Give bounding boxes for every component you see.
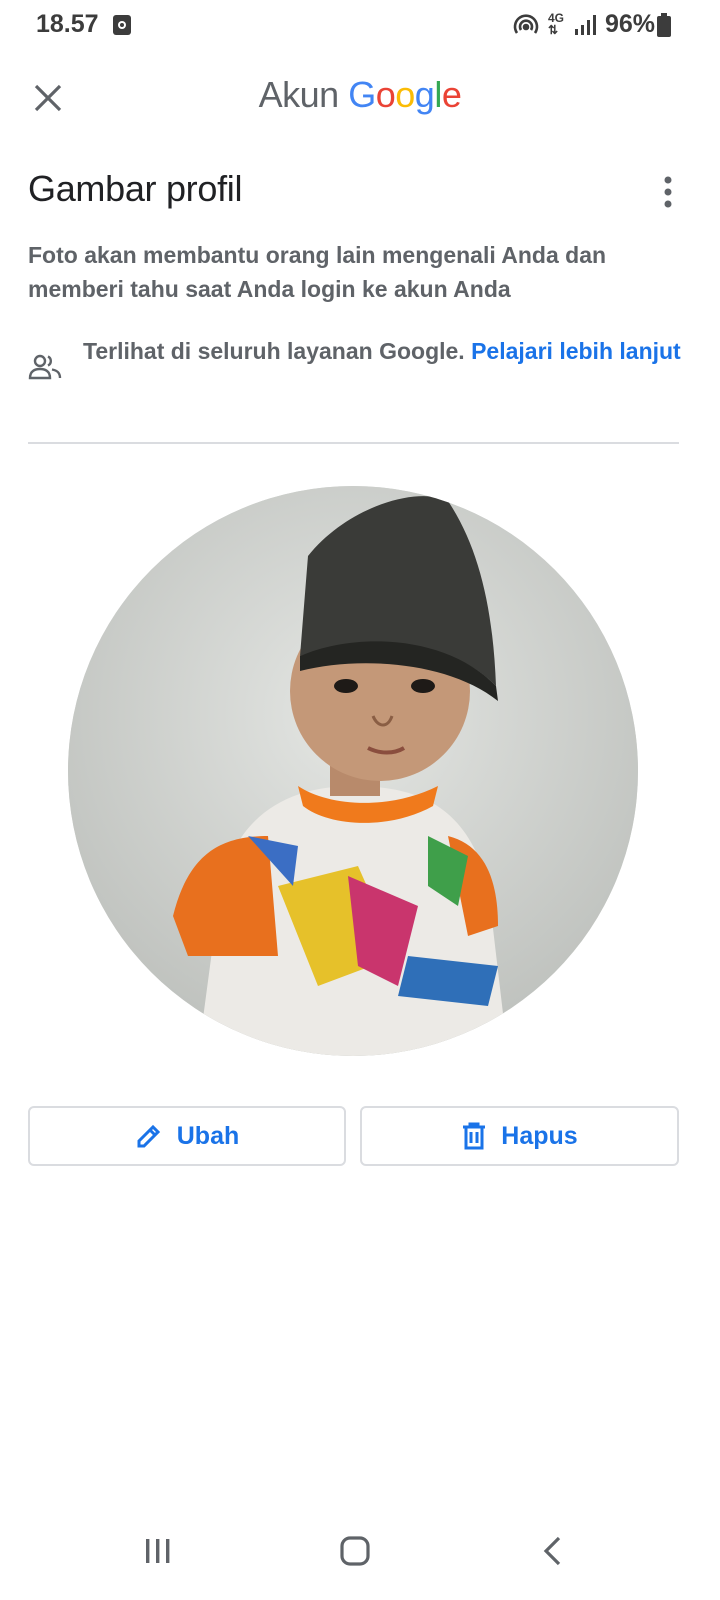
pencil-icon — [137, 1124, 160, 1148]
recent-apps-button[interactable] — [144, 1538, 172, 1569]
status-time: 18.57 — [36, 10, 99, 38]
battery-percent: 96% — [605, 10, 656, 38]
delete-button-label: Hapus — [501, 1121, 578, 1150]
app-title-prefix: Akun — [258, 74, 340, 115]
visibility-text-block: Terlihat di seluruh layanan Google. Pela… — [83, 334, 683, 368]
google-logo: Google — [348, 74, 462, 115]
edit-button[interactable]: Ubah — [28, 1106, 346, 1166]
battery-icon — [657, 13, 671, 42]
more-vert-icon — [664, 176, 672, 208]
home-button[interactable] — [340, 1535, 370, 1572]
profile-picture[interactable] — [68, 486, 638, 1056]
recent-apps-icon — [146, 1539, 170, 1563]
system-nav-bar — [0, 1520, 720, 1600]
home-icon — [340, 1536, 370, 1566]
more-options-button[interactable] — [652, 172, 684, 212]
learn-more-link[interactable]: Pelajari lebih lanjut — [471, 338, 681, 364]
page-title: Gambar profil — [28, 168, 243, 209]
network-type-icon: 4G ⇅ — [548, 11, 565, 37]
back-icon — [543, 1536, 561, 1566]
app-header: Akun Google — [0, 60, 720, 132]
divider — [28, 442, 679, 444]
signal-icon — [574, 14, 598, 41]
edit-button-label: Ubah — [176, 1121, 240, 1150]
trash-icon — [463, 1122, 486, 1150]
people-icon — [28, 350, 62, 384]
back-button[interactable] — [540, 1535, 564, 1572]
status-bar: 18.57 4G ⇅ 96% — [0, 0, 720, 52]
app-title: Akun Google — [0, 74, 720, 116]
page-description: Foto akan membantu orang lain mengenali … — [28, 242, 607, 302]
screen-record-icon — [112, 14, 132, 41]
delete-button[interactable]: Hapus — [360, 1106, 679, 1166]
visibility-text: Terlihat di seluruh layanan Google. — [83, 338, 465, 364]
hotspot-icon — [512, 13, 540, 44]
